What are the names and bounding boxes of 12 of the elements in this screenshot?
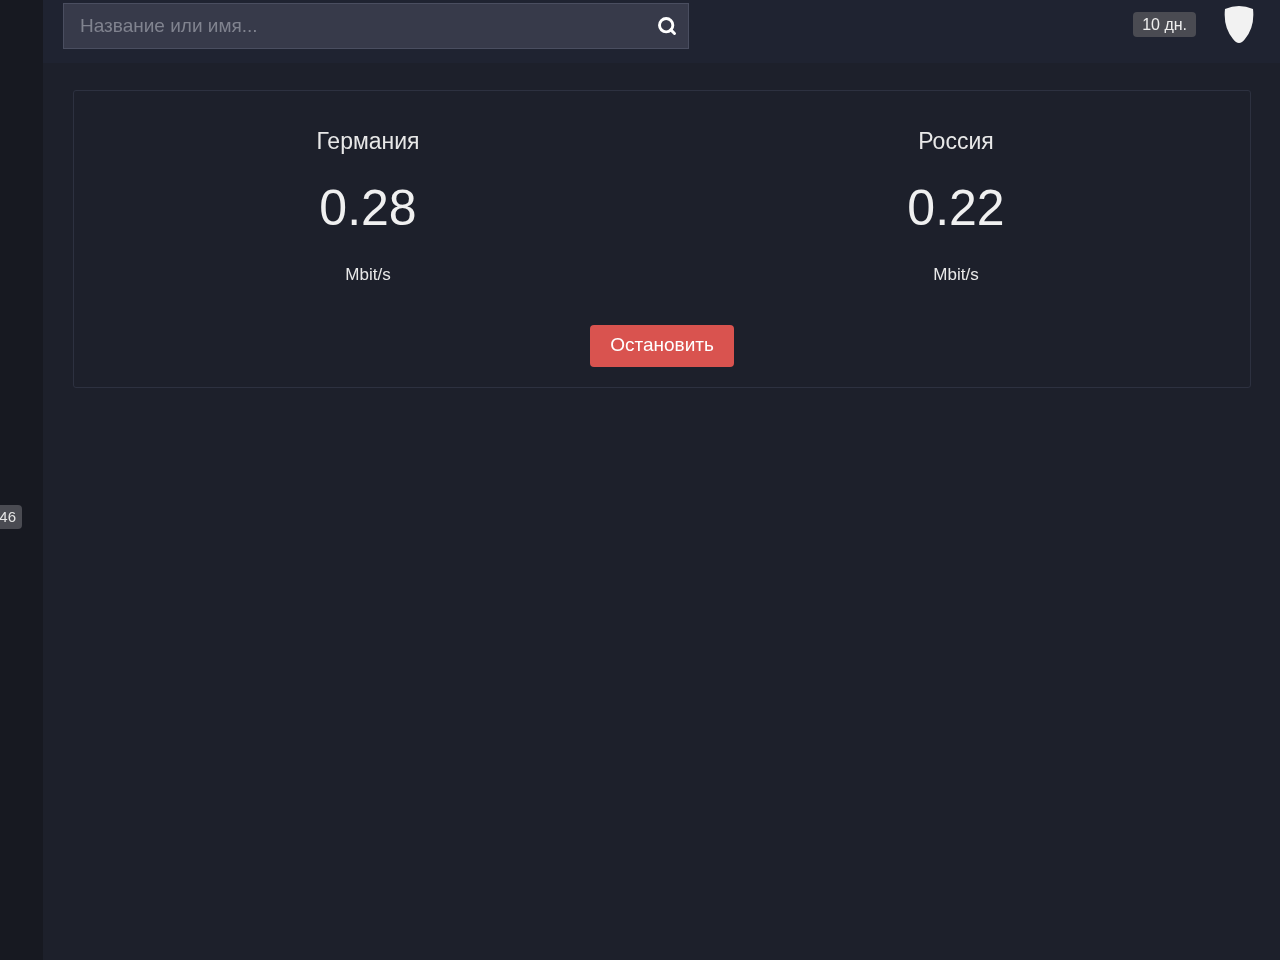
country-name: Россия (918, 127, 994, 155)
search-icon[interactable] (657, 16, 677, 36)
speed-unit: Mbit/s (933, 264, 979, 286)
country-name: Германия (316, 127, 420, 155)
stop-button[interactable]: Остановить (590, 324, 734, 367)
speed-unit: Mbit/s (345, 264, 391, 286)
search-field[interactable]: Название или имя... (63, 3, 689, 49)
speed-value: 0.28 (319, 180, 417, 236)
days-badge: 10 дн. (1133, 12, 1196, 37)
speed-value: 0.22 (907, 180, 1005, 236)
count-badge: 46 (0, 505, 22, 529)
avatar-icon[interactable] (1223, 5, 1255, 45)
